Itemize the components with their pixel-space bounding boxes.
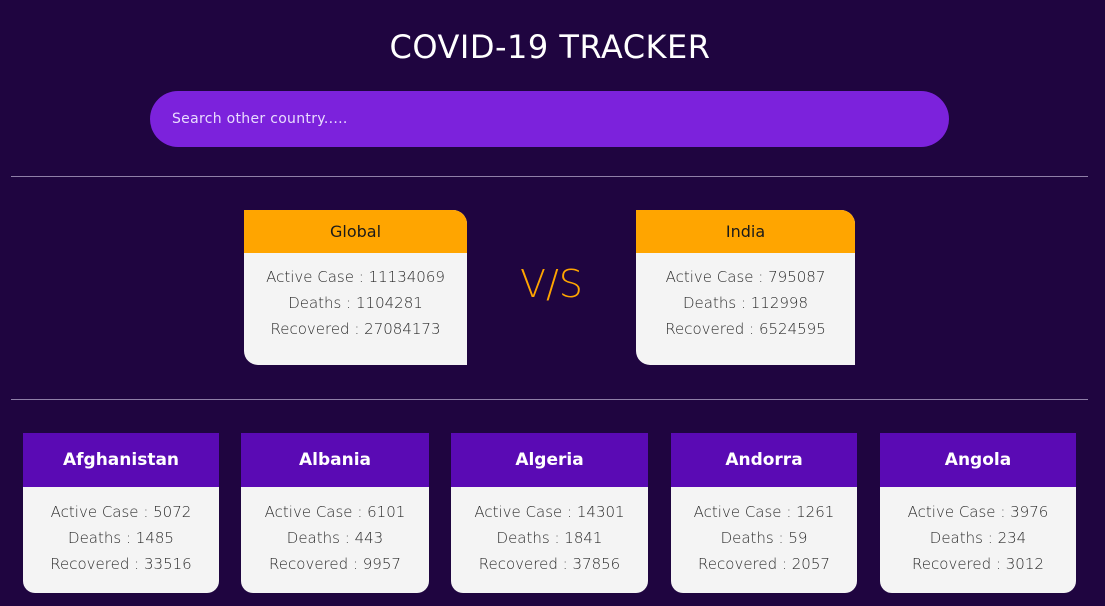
global-deaths-row: Deaths : 1104281 [288, 294, 423, 312]
page-title: COVID-19 TRACKER [389, 28, 711, 66]
country-card-stats: Active Case : 3976 Deaths : 234 Recovere… [880, 487, 1076, 577]
global-card-stats: Active Case : 11134069 Deaths : 1104281 … [244, 253, 467, 342]
recovered-row: Recovered : 33516 [50, 555, 192, 573]
recovered-value: 33516 [143, 555, 192, 573]
country-card-stats: Active Case : 6101 Deaths : 443 Recovere… [241, 487, 429, 577]
deaths-row: Deaths : 443 [286, 529, 384, 547]
deaths-label: Deaths [720, 529, 774, 547]
deaths-row: Deaths : 1485 [68, 529, 174, 547]
recovered-label: Recovered [665, 320, 745, 338]
global-recovered-value: 27084173 [364, 320, 441, 338]
deaths-value: 1841 [564, 529, 603, 547]
deaths-value: 234 [997, 529, 1027, 547]
recovered-value: 37856 [572, 555, 621, 573]
recovered-row: Recovered : 3012 [912, 555, 1044, 573]
recovered-label: Recovered [270, 320, 350, 338]
active-label: Active Case [693, 503, 782, 521]
recovered-label: Recovered [478, 555, 558, 573]
deaths-label: Deaths [929, 529, 983, 547]
selected-deaths-value: 112998 [750, 294, 809, 312]
deaths-label: Deaths [288, 294, 342, 312]
recovered-label: Recovered [269, 555, 349, 573]
country-card-stats: Active Case : 1261 Deaths : 59 Recovered… [671, 487, 857, 577]
selected-country-title: India [636, 210, 855, 253]
active-value: 3976 [1010, 503, 1049, 521]
selected-deaths-row: Deaths : 112998 [682, 294, 809, 312]
country-card[interactable]: Andorra Active Case : 1261 Deaths : 59 R… [671, 433, 857, 593]
selected-recovered-row: Recovered : 6524595 [665, 320, 826, 338]
active-row: Active Case : 3976 [907, 503, 1049, 521]
country-card[interactable]: Afghanistan Active Case : 5072 Deaths : … [23, 433, 219, 593]
active-label: Active Case [50, 503, 139, 521]
active-value: 5072 [153, 503, 192, 521]
global-active-value: 11134069 [368, 268, 445, 286]
top-divider [11, 176, 1088, 177]
recovered-value: 9957 [362, 555, 401, 573]
deaths-label: Deaths [286, 529, 340, 547]
country-card[interactable]: Angola Active Case : 3976 Deaths : 234 R… [880, 433, 1076, 593]
active-value: 6101 [367, 503, 406, 521]
recovered-value: 3012 [1005, 555, 1044, 573]
active-row: Active Case : 6101 [264, 503, 406, 521]
selected-active-row: Active Case : 795087 [665, 268, 826, 286]
recovered-label: Recovered [698, 555, 778, 573]
country-card-title: Albania [241, 433, 429, 487]
recovered-row: Recovered : 9957 [269, 555, 401, 573]
deaths-value: 59 [788, 529, 808, 547]
recovered-row: Recovered : 2057 [698, 555, 830, 573]
country-card-title: Algeria [451, 433, 648, 487]
active-value: 14301 [576, 503, 625, 521]
active-label: Active Case [665, 268, 754, 286]
deaths-label: Deaths [68, 529, 122, 547]
global-recovered-row: Recovered : 27084173 [270, 320, 441, 338]
search-input[interactable] [150, 91, 949, 147]
global-active-row: Active Case : 11134069 [266, 268, 445, 286]
country-card[interactable]: Albania Active Case : 6101 Deaths : 443 … [241, 433, 429, 593]
global-deaths-value: 1104281 [355, 294, 423, 312]
active-label: Active Case [264, 503, 353, 521]
deaths-label: Deaths [496, 529, 550, 547]
active-row: Active Case : 5072 [50, 503, 192, 521]
selected-country-stats: Active Case : 795087 Deaths : 112998 Rec… [636, 253, 855, 342]
selected-active-value: 795087 [768, 268, 826, 286]
deaths-value: 443 [354, 529, 384, 547]
active-label: Active Case [474, 503, 563, 521]
active-label: Active Case [907, 503, 996, 521]
selected-recovered-value: 6524595 [758, 320, 826, 338]
global-card-title: Global [244, 210, 467, 253]
country-card[interactable]: Algeria Active Case : 14301 Deaths : 184… [451, 433, 648, 593]
active-row: Active Case : 1261 [693, 503, 835, 521]
active-row: Active Case : 14301 [474, 503, 625, 521]
global-card: Global Active Case : 11134069 Deaths : 1… [244, 210, 467, 365]
deaths-label: Deaths [682, 294, 737, 312]
recovered-row: Recovered : 37856 [478, 555, 621, 573]
selected-country-card: India Active Case : 795087 Deaths : 1129… [636, 210, 855, 365]
active-label: Active Case [266, 268, 354, 286]
recovered-label: Recovered [912, 555, 992, 573]
country-card-title: Andorra [671, 433, 857, 487]
active-value: 1261 [796, 503, 835, 521]
deaths-row: Deaths : 1841 [496, 529, 603, 547]
recovered-label: Recovered [50, 555, 130, 573]
bottom-divider [11, 399, 1088, 400]
country-card-stats: Active Case : 14301 Deaths : 1841 Recove… [451, 487, 648, 577]
deaths-row: Deaths : 234 [929, 529, 1027, 547]
deaths-row: Deaths : 59 [720, 529, 808, 547]
country-card-stats: Active Case : 5072 Deaths : 1485 Recover… [23, 487, 219, 577]
country-card-title: Angola [880, 433, 1076, 487]
versus-label: V/S [520, 262, 583, 306]
deaths-value: 1485 [135, 529, 174, 547]
country-card-title: Afghanistan [23, 433, 219, 487]
recovered-value: 2057 [791, 555, 830, 573]
